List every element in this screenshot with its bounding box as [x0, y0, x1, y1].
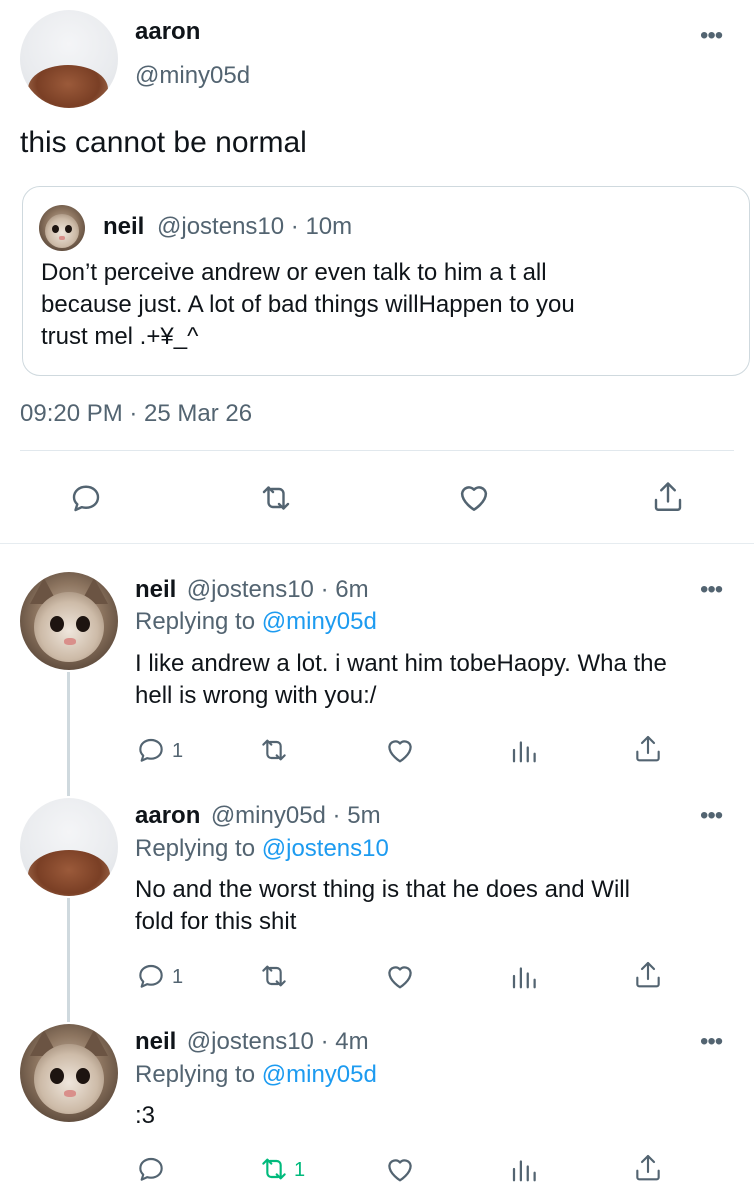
replying-to: Replying to @miny05d	[135, 1061, 377, 1089]
avatar-hair	[28, 65, 108, 108]
tweet-text: this cannot be normal	[20, 126, 307, 159]
reply-text-line: hell is wrong with you:/	[135, 682, 377, 709]
cat-eye	[50, 616, 64, 632]
replying-to-label: Replying to	[135, 1061, 256, 1088]
thread-connector	[67, 898, 70, 1022]
quoted-text-line: because just. A lot of bad things willHa…	[41, 291, 575, 318]
retweet-icon[interactable]	[256, 734, 292, 766]
retweet-icon[interactable]	[256, 1153, 292, 1185]
divider	[0, 543, 754, 544]
cat-eye	[76, 616, 90, 632]
reply-header: neil @jostens10 · 4m	[135, 1028, 369, 1056]
share-icon[interactable]	[632, 1151, 664, 1185]
retweet-icon[interactable]	[256, 480, 296, 516]
quoted-meta: @jostens10 · 10m	[157, 213, 353, 240]
avatar[interactable]	[20, 572, 118, 670]
retweet-count: 1	[294, 1159, 306, 1181]
avatar[interactable]	[20, 10, 118, 108]
reply-header: neil @jostens10 · 6m	[135, 576, 369, 604]
quoted-author: neil @jostens10 · 10m	[103, 213, 352, 241]
replying-to-handle[interactable]: @miny05d	[262, 608, 377, 635]
analytics-icon[interactable]	[509, 1153, 539, 1185]
analytics-icon[interactable]	[509, 960, 539, 992]
cat-nose	[64, 638, 76, 645]
share-icon[interactable]	[632, 958, 664, 992]
reply-text-line: No and the worst thing is that he does a…	[135, 876, 630, 903]
replying-to-handle[interactable]: @jostens10	[262, 835, 389, 862]
quoted-tweet[interactable]: neil @jostens10 · 10m Don’t perceive and…	[22, 186, 750, 376]
cat-face	[45, 214, 79, 248]
replying-to: Replying to @jostens10	[135, 835, 389, 863]
cat-eye	[65, 225, 72, 233]
cat-face	[34, 1044, 104, 1114]
more-horizontal-icon[interactable]: •••	[700, 576, 723, 604]
analytics-icon[interactable]	[509, 734, 539, 766]
author-name[interactable]: neil	[135, 576, 176, 603]
share-icon[interactable]	[632, 732, 664, 766]
divider	[20, 450, 734, 451]
share-icon[interactable]	[650, 478, 686, 516]
avatar[interactable]	[20, 1024, 118, 1122]
more-horizontal-icon[interactable]: •••	[700, 22, 723, 50]
avatar[interactable]	[20, 798, 118, 896]
like-icon[interactable]	[383, 959, 417, 993]
reply-icon[interactable]	[135, 1153, 167, 1185]
reply-count: 1	[172, 740, 184, 762]
replying-to-label: Replying to	[135, 835, 256, 862]
cat-eye	[50, 1068, 64, 1084]
replying-to-label: Replying to	[135, 608, 256, 635]
tweet-timestamp[interactable]: 09:20 PM · 25 Mar 26	[20, 400, 252, 428]
author-handle[interactable]: @miny05d	[135, 62, 250, 90]
author-name[interactable]: aaron	[135, 802, 200, 829]
avatar	[39, 205, 85, 251]
reply-text-line: I like andrew a lot. i want him tobeHaop…	[135, 650, 667, 677]
retweet-icon[interactable]	[256, 960, 292, 992]
reply-icon[interactable]	[135, 734, 167, 766]
reply-icon[interactable]	[68, 480, 104, 516]
author-name[interactable]: neil	[135, 1028, 176, 1055]
cat-eye	[52, 225, 59, 233]
reply-icon[interactable]	[135, 960, 167, 992]
cat-nose	[64, 1090, 76, 1097]
cat-eye	[76, 1068, 90, 1084]
cat-nose	[59, 236, 65, 240]
cat-face	[34, 592, 104, 662]
replying-to: Replying to @miny05d	[135, 608, 377, 636]
quoted-name: neil	[103, 213, 145, 240]
author-meta: @jostens10 · 4m	[186, 1028, 369, 1055]
reply-text-line: fold for this shit	[135, 908, 297, 935]
replying-to-handle[interactable]: @miny05d	[262, 1061, 377, 1088]
author-meta: @jostens10 · 6m	[186, 576, 369, 603]
quoted-text-line: trust mel .+¥_^	[41, 323, 199, 350]
thread-connector	[67, 672, 70, 796]
like-icon[interactable]	[383, 733, 417, 767]
avatar-hair	[28, 850, 110, 896]
quoted-text-line: Don’t perceive andrew or even talk to hi…	[41, 259, 547, 286]
author-name[interactable]: aaron	[135, 18, 200, 46]
more-horizontal-icon[interactable]: •••	[700, 802, 723, 830]
reply-text-line: :3	[135, 1102, 156, 1129]
reply-count: 1	[172, 966, 184, 988]
author-meta: @miny05d · 5m	[210, 802, 381, 829]
like-icon[interactable]	[383, 1152, 417, 1186]
more-horizontal-icon[interactable]: •••	[700, 1028, 723, 1056]
like-icon[interactable]	[455, 478, 493, 516]
reply-header: aaron @miny05d · 5m	[135, 802, 381, 830]
